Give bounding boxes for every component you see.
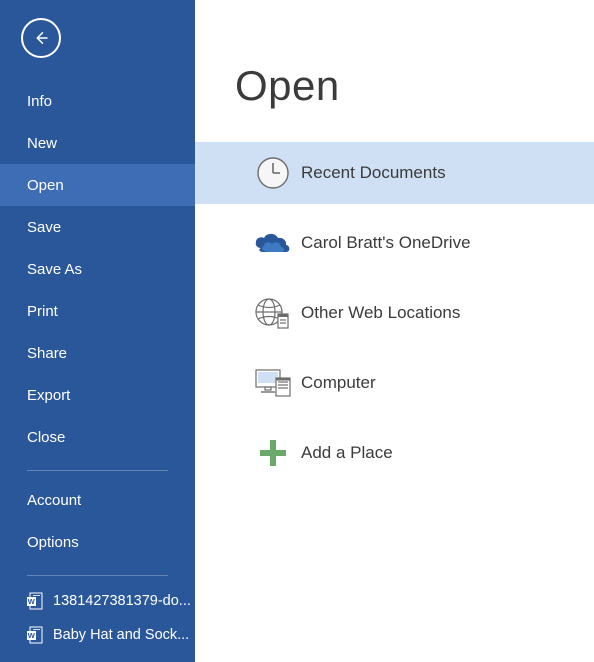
- nav-label: New: [27, 135, 57, 152]
- clock-icon: [256, 156, 290, 190]
- word-doc-icon: W: [27, 592, 43, 610]
- nav-share[interactable]: Share: [0, 332, 195, 374]
- nav-save[interactable]: Save: [0, 206, 195, 248]
- location-add-place[interactable]: Add a Place: [195, 422, 594, 484]
- computer-icon: [253, 367, 293, 399]
- nav-label: Share: [27, 345, 67, 362]
- recent-doc-item[interactable]: W 1381427381379-do...: [0, 584, 195, 618]
- nav-label: Close: [27, 429, 65, 446]
- sidebar-divider: [27, 470, 168, 471]
- nav-open[interactable]: Open: [0, 164, 195, 206]
- backstage-sidebar: Info New Open Save Save As Print Share E…: [0, 0, 195, 662]
- back-button[interactable]: [21, 18, 61, 58]
- nav-label: Account: [27, 492, 81, 509]
- location-computer[interactable]: Computer: [195, 352, 594, 414]
- location-list: Recent Documents Carol Bratt's OneDrive: [195, 142, 594, 484]
- globe-icon: [253, 296, 293, 330]
- recent-doc-label: 1381427381379-do...: [53, 593, 191, 609]
- nav-label: Print: [27, 303, 58, 320]
- nav-label: Export: [27, 387, 70, 404]
- nav-export[interactable]: Export: [0, 374, 195, 416]
- nav-options[interactable]: Options: [0, 521, 195, 563]
- nav-close[interactable]: Close: [0, 416, 195, 458]
- svg-text:W: W: [28, 597, 36, 606]
- nav-label: Info: [27, 93, 52, 110]
- location-label: Add a Place: [301, 443, 393, 463]
- onedrive-icon: [253, 230, 293, 256]
- nav-save-as[interactable]: Save As: [0, 248, 195, 290]
- sidebar-divider: [27, 575, 168, 576]
- nav-info[interactable]: Info: [0, 80, 195, 122]
- open-pane: Open Recent Documents Carol Bratt's OneD…: [195, 0, 594, 662]
- recent-doc-item[interactable]: W Baby Hat and Sock...: [0, 618, 195, 652]
- nav-label: Save As: [27, 261, 82, 278]
- location-recent-documents[interactable]: Recent Documents: [195, 142, 594, 204]
- location-label: Other Web Locations: [301, 303, 460, 323]
- nav-account[interactable]: Account: [0, 479, 195, 521]
- location-onedrive[interactable]: Carol Bratt's OneDrive: [195, 212, 594, 274]
- word-doc-icon: W: [27, 626, 43, 644]
- recent-doc-label: Baby Hat and Sock...: [53, 627, 189, 643]
- nav-label: Options: [27, 534, 79, 551]
- plus-icon: [258, 438, 288, 468]
- location-label: Computer: [301, 373, 376, 393]
- svg-text:W: W: [28, 631, 36, 640]
- location-label: Carol Bratt's OneDrive: [301, 233, 471, 253]
- nav-print[interactable]: Print: [0, 290, 195, 332]
- location-other-web[interactable]: Other Web Locations: [195, 282, 594, 344]
- arrow-left-icon: [32, 29, 50, 47]
- nav-label: Open: [27, 177, 64, 194]
- nav-label: Save: [27, 219, 61, 236]
- page-title: Open: [195, 62, 594, 110]
- location-label: Recent Documents: [301, 163, 446, 183]
- nav-new[interactable]: New: [0, 122, 195, 164]
